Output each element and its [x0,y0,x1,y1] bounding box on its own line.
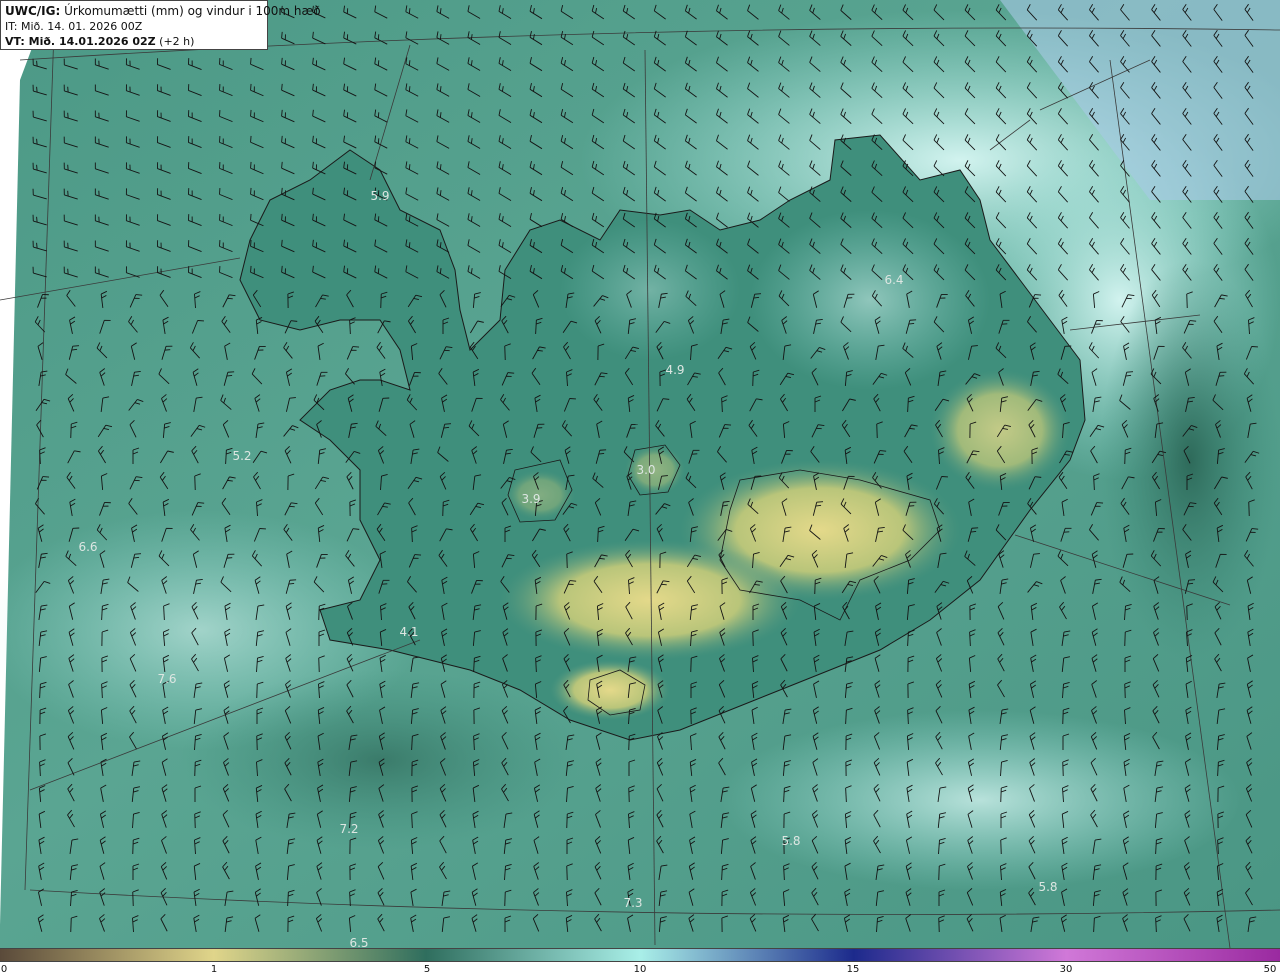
value-label: 5.9 [370,189,389,203]
value-label: 7.6 [157,672,176,686]
colorbar-tick: 50 [1263,964,1277,975]
product-title: Úrkomumætti (mm) og vindur i 100m hæð [60,4,321,18]
southern-highlands [500,540,800,660]
valid-time-value: Mið. 14.01.2026 02Z [24,35,156,48]
dark-sea-southwest [180,670,580,850]
value-label: 4.9 [665,363,684,377]
value-label: 7.2 [339,822,358,836]
colorbar [0,948,1280,962]
map-canvas: 5.9 6.4 4.9 5.2 3.0 3.9 6.6 4.1 7.6 7.2 … [0,0,1280,948]
dark-sea-east [1100,260,1280,660]
colorbar-tick: 15 [846,964,860,975]
value-label: 3.0 [636,463,655,477]
issue-time: IT: Mið. 14. 01. 2026 00Z [5,20,143,33]
colorbar-legend: 0 1 5 10 15 30 50 [0,948,1280,978]
value-label: 6.6 [78,540,97,554]
colorbar-tick: 1 [210,964,218,975]
value-label: 6.4 [884,273,903,287]
colorbar-tick: 10 [633,964,647,975]
north-peninsulas [560,220,740,360]
east-fjords-highland [930,370,1070,490]
weather-map: 5.9 6.4 4.9 5.2 3.0 3.9 6.6 4.1 7.6 7.2 … [0,0,1280,948]
value-label: 6.5 [349,936,368,948]
value-label: 5.2 [232,449,251,463]
light-band-southeast [720,710,1240,890]
valid-time-offset: (+2 h) [155,35,195,48]
product-line: UWC/IG: Úrkomumætti (mm) og vindur i 100… [5,4,321,19]
value-label: 3.9 [521,492,540,506]
valid-time-label: VT: [5,35,25,48]
value-label: 7.3 [623,896,642,910]
value-label: 5.8 [781,834,800,848]
valid-time-line: VT: Mið. 14.01.2026 02Z (+2 h) [5,34,263,49]
product-code: UWC/IG: [5,4,61,18]
northeast-lowland [750,210,990,390]
value-label: 5.8 [1038,880,1057,894]
colorbar-tick: 0 [0,964,8,975]
colorbar-tick: 30 [1059,964,1073,975]
colorbar-tick: 5 [423,964,431,975]
map-info-box: UWC/IG: Úrkomumætti (mm) og vindur i 100… [0,0,321,50]
value-label: 4.1 [399,625,418,639]
